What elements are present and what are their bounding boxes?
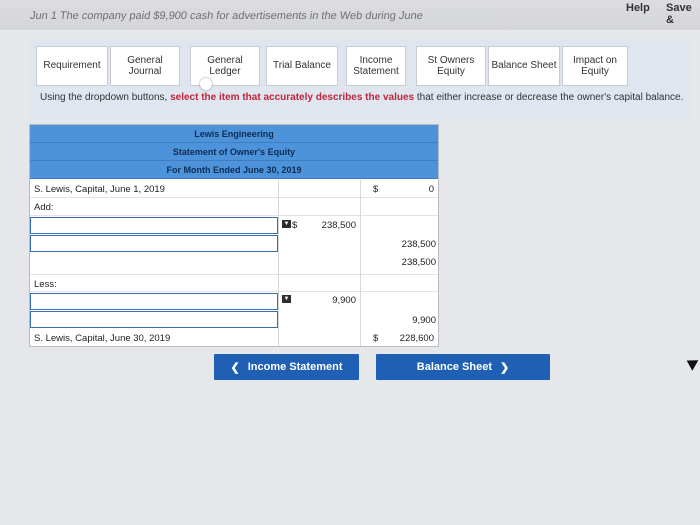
less-label: Less: xyxy=(34,279,57,290)
prev-button-label: Income Statement xyxy=(247,361,343,373)
save-link[interactable]: Save & xyxy=(666,2,700,26)
dropdown-icon[interactable]: ▼ xyxy=(282,295,291,303)
statement-title: Statement of Owner's Equity xyxy=(30,143,438,161)
less-row: Less: xyxy=(30,274,438,292)
instruction-prefix: Using the dropdown buttons, xyxy=(40,92,171,103)
tab-general-journal[interactable]: General Journal xyxy=(110,46,180,86)
opening-dollar: $ xyxy=(373,184,379,195)
opening-label: S. Lewis, Capital, June 1, 2019 xyxy=(34,184,165,195)
statement-period: For Month Ended June 30, 2019 xyxy=(30,161,438,179)
next-balance-sheet-button[interactable]: Balance Sheet ❯ xyxy=(376,354,550,380)
prev-income-statement-button[interactable]: ❮ Income Statement xyxy=(214,354,359,380)
closing-row: S. Lewis, Capital, June 30, 2019 $ 228,6… xyxy=(30,329,438,347)
help-link[interactable]: Help xyxy=(626,2,650,14)
add-subtotal-b: 238,500 xyxy=(401,257,436,268)
add-dollar: $ xyxy=(292,220,298,231)
closing-value: 228,600 xyxy=(399,333,434,344)
chevron-left-icon: ❮ xyxy=(230,361,240,374)
owners-equity-statement: Lewis Engineering Statement of Owner's E… xyxy=(29,124,439,347)
question-text-cutoff: Jun 1 The company paid $9,900 cash for a… xyxy=(29,10,424,22)
dropdown-icon[interactable]: ▼ xyxy=(282,220,291,228)
chevron-right-icon: ❯ xyxy=(499,361,510,374)
tab-income-statement[interactable]: Income Statement xyxy=(346,46,406,86)
company-name: Lewis Engineering xyxy=(30,125,438,143)
tab-owners-equity[interactable]: St Owners Equity xyxy=(416,46,486,86)
less-value: 9,900 xyxy=(332,295,356,306)
less-item-select-2[interactable] xyxy=(30,311,278,328)
instruction-emphasis: select the item that accurately describe… xyxy=(170,92,415,103)
opening-row: S. Lewis, Capital, June 1, 2019 $ 0 xyxy=(30,180,438,198)
less-subtotal: 9,900 xyxy=(412,315,436,326)
closing-dollar: $ xyxy=(373,333,379,344)
add-label: Add: xyxy=(34,202,54,213)
add-item-select[interactable] xyxy=(30,217,278,234)
add-item-select-2[interactable] xyxy=(30,235,278,252)
column-divider xyxy=(278,180,279,346)
tab-impact-on-equity[interactable]: Impact on Equity xyxy=(562,46,628,86)
less-item-select[interactable] xyxy=(30,293,278,310)
top-bar: Jun 1 The company paid $9,900 cash for a… xyxy=(0,0,700,30)
tab-balance-sheet[interactable]: Balance Sheet xyxy=(488,46,560,86)
add-subtotal-a: 238,500 xyxy=(401,239,436,250)
add-value: 238,500 xyxy=(321,220,356,231)
instruction-text: Using the dropdown buttons, select the i… xyxy=(40,92,685,104)
column-divider xyxy=(360,180,361,346)
instruction-suffix: that either increase or decrease the own… xyxy=(414,92,684,103)
opening-value: 0 xyxy=(428,184,434,195)
closing-label: S. Lewis, Capital, June 30, 2019 xyxy=(34,333,171,344)
mouse-pointer-icon xyxy=(683,355,699,371)
add-row: Add: xyxy=(30,198,438,216)
tab-requirement[interactable]: Requirement xyxy=(36,46,108,86)
tab-trial-balance[interactable]: Trial Balance xyxy=(266,46,338,86)
next-button-label: Balance Sheet xyxy=(416,361,492,373)
touch-cursor xyxy=(200,78,212,90)
tabs-panel: Requirement General Journal General Ledg… xyxy=(30,40,690,120)
